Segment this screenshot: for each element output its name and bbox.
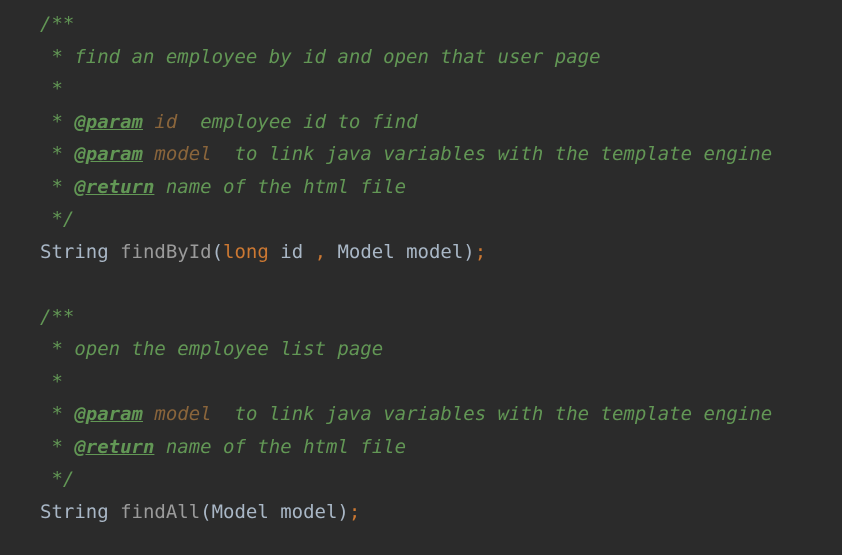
code-token: * [40, 175, 75, 198]
code-line[interactable]: * @param model to link java variables wi… [40, 398, 842, 431]
code-token: @return [74, 175, 155, 198]
code-token: */ [40, 468, 75, 490]
code-token: @param [74, 110, 143, 133]
code-line[interactable]: String findAll(Model model); [40, 496, 842, 529]
code-token: name of the html file [154, 175, 407, 198]
code-editor[interactable]: /** * find an employee by id and open th… [40, 8, 842, 528]
code-token: * [40, 370, 63, 393]
code-line[interactable]: * @param model to link java variables wi… [40, 138, 842, 171]
code-token: employee id to find [177, 110, 418, 133]
code-token: */ [40, 208, 75, 230]
code-token: model [154, 143, 212, 165]
code-line[interactable]: * @param id employee id to find [40, 106, 842, 139]
code-token: /** [40, 13, 75, 35]
code-token: String [40, 240, 121, 263]
code-token: id [268, 240, 315, 263]
code-line[interactable]: String findById(long id , Model model); [40, 236, 842, 269]
code-token: ; [348, 500, 361, 523]
code-line[interactable]: */ [40, 463, 842, 496]
code-line[interactable]: /** [40, 301, 842, 334]
code-token: (Model model) [200, 500, 349, 523]
code-token: findAll [120, 500, 201, 523]
code-token: , [314, 240, 327, 263]
code-token: * find an employee by id and open that u… [40, 45, 601, 68]
code-token: model [154, 403, 212, 425]
code-token: long [223, 240, 269, 263]
code-line[interactable] [40, 268, 842, 301]
code-token: ( [211, 240, 224, 263]
code-line[interactable]: * @return name of the html file [40, 431, 842, 464]
code-line[interactable]: /** [40, 8, 842, 41]
code-token: * [40, 143, 75, 165]
code-token: * [40, 110, 75, 133]
code-line[interactable]: * open the employee list page [40, 333, 842, 366]
code-token: /** [40, 305, 75, 328]
code-line[interactable]: */ [40, 203, 842, 236]
code-token: @param [74, 143, 143, 165]
code-token: String [40, 500, 121, 523]
code-token: * [40, 403, 75, 425]
code-token: name of the html file [154, 435, 407, 458]
code-line[interactable]: * [40, 73, 842, 106]
code-token: @return [74, 435, 155, 458]
code-token: to link java variables with the template… [211, 143, 773, 165]
code-line[interactable]: * find an employee by id and open that u… [40, 41, 842, 74]
code-token: to link java variables with the template… [211, 403, 773, 425]
code-token: Model model) [326, 240, 475, 263]
code-token: @param [74, 403, 143, 425]
code-line[interactable]: * @return name of the html file [40, 171, 842, 204]
code-token: findById [120, 240, 212, 263]
code-token: ; [474, 240, 487, 263]
code-line[interactable]: * [40, 366, 842, 399]
code-token: id [154, 110, 178, 133]
code-token: * [40, 435, 75, 458]
code-token: * [40, 78, 63, 100]
code-token: * open the employee list page [40, 338, 384, 360]
